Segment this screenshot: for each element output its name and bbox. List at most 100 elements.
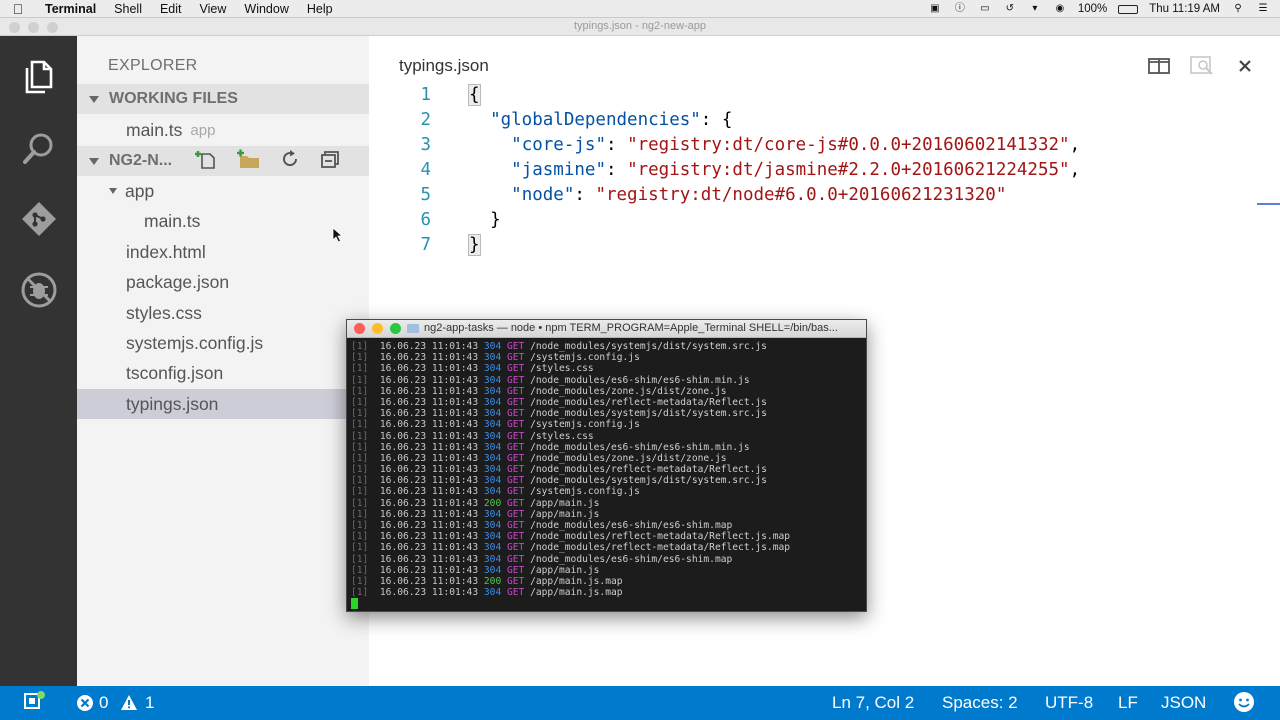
debug-icon[interactable] [18,269,60,311]
project-section[interactable]: NG2-N... [77,146,369,176]
line-text: "globalDependencies": { [469,108,732,133]
status-bar: 0 1 Ln 7, Col 2 Spaces: 2 UTF-8 LF JSON [0,686,1280,720]
json-punctuation: } [490,210,501,230]
collapse-arrow-icon [89,95,99,103]
line-number: 6 [420,210,431,230]
terminal-titlebar: ng2-app-tasks — node • npm TERM_PROGRAM=… [347,320,866,338]
explorer-icon[interactable] [18,56,60,98]
tree-file-main-ts[interactable]: main.ts [77,206,369,236]
editor-tab-title[interactable]: typings.json [399,56,489,76]
file-name: typings.json [126,393,219,414]
menubar-clock[interactable]: Thu 11:19 AM [1149,3,1220,15]
warning-count[interactable]: 1 [145,693,154,713]
file-name: package.json [126,271,230,292]
terminal-log-row: [1] 16.06.23 11:01:43 304 GET /node_modu… [351,520,733,531]
mouse-pointer-icon [332,227,344,243]
tree-file-styles-css[interactable]: styles.css [77,298,369,328]
terminal-log-row: [1] 16.06.23 11:01:43 304 GET /styles.cs… [351,363,594,375]
tree-file-package-json[interactable]: package.json [77,267,369,297]
notification-center-icon[interactable]: ☰ [1256,3,1270,15]
working-files-section[interactable]: WORKING FILES [77,84,369,114]
close-editor-icon[interactable] [1233,54,1257,78]
terminal-log-row: [1] 16.06.23 11:01:43 304 GET /node_modu… [351,452,727,464]
terminal-log-row: [1] 16.06.23 11:01:43 304 GET /node_modu… [351,542,791,554]
working-files-label: WORKING FILES [109,90,238,107]
tree-file-systemjs-config[interactable]: systemjs.config.js [77,328,369,358]
line-text: } [469,208,501,233]
line-number: 2 [420,110,431,130]
line-number: 7 [420,235,431,255]
warning-icon[interactable] [120,694,138,716]
battery-icon[interactable] [1118,4,1139,14]
window-titlebar: typings.json - ng2-new-app [0,18,1280,36]
project-actions [194,146,342,176]
activity-bar [0,36,77,686]
json-string-value: "registry:dt/node#6.0.0+20160621231320" [595,185,1007,205]
file-name: systemjs.config.js [126,332,264,353]
language-mode[interactable]: JSON [1161,693,1206,713]
spotlight-search-icon[interactable]: ⚲ [1231,3,1245,15]
menu-view[interactable]: View [191,2,236,16]
line-text: { [468,83,481,108]
time-machine-icon[interactable]: ↺ [1003,3,1017,15]
terminal-close-button[interactable] [354,323,365,334]
wifi-icon[interactable]: ◉ [1053,3,1067,15]
line-number: 1 [420,85,431,105]
new-file-icon[interactable] [194,149,216,174]
json-string-value: "registry:dt/jasmine#2.2.0+2016062122425… [627,160,1070,180]
error-count[interactable]: 0 [99,693,108,713]
json-key: "node" [511,185,575,205]
json-punctuation: { [468,84,481,106]
folder-icon [407,324,419,333]
split-editor-icon[interactable] [1147,54,1171,78]
json-string-value: "registry:dt/core-js#0.0.0+2016060214133… [627,135,1070,155]
apple-menu-icon[interactable]:  [0,1,36,17]
recording-icon[interactable]: ▣ [928,3,942,15]
file-encoding[interactable]: UTF-8 [1045,693,1093,713]
tree-file-index-html[interactable]: index.html [77,237,369,267]
tree-folder-app[interactable]: app [77,176,369,206]
tree-file-tsconfig-json[interactable]: tsconfig.json [77,358,369,388]
cursor-position[interactable]: Ln 7, Col 2 [832,693,914,713]
refresh-icon[interactable] [280,149,300,174]
status-menu-icon[interactable]: ⓘ [953,3,967,15]
indentation-spaces[interactable]: Spaces: 2 [942,693,1018,713]
tree-file-typings-json[interactable]: typings.json [77,389,369,419]
file-name: index.html [126,241,206,262]
terminal-log-row: [1] 16.06.23 11:01:43 304 GET /node_modu… [351,385,727,397]
terminal-minimize-button[interactable] [372,323,383,334]
terminal-log-row: [1] 16.06.23 11:01:43 304 GET /node_modu… [351,441,750,453]
menu-app-name[interactable]: Terminal [36,2,105,16]
feedback-icon[interactable] [24,690,46,717]
terminal-log-row: [1] 16.06.23 11:01:43 200 GET /app/main.… [351,575,623,587]
terminal-zoom-button[interactable] [390,323,401,334]
working-file-item[interactable]: main.ts app [77,115,369,145]
terminal-log-row: [1] 16.06.23 11:01:43 304 GET /systemjs.… [351,419,640,431]
collapse-arrow-icon [89,157,99,165]
smiley-feedback-icon[interactable] [1233,691,1255,718]
battery-percent[interactable]: 100% [1078,3,1107,15]
git-icon[interactable] [18,198,60,240]
terminal-output: [1] 16.06.23 11:01:43 304 GET /node_modu… [351,341,866,598]
open-preview-icon[interactable] [1190,54,1214,78]
menu-edit[interactable]: Edit [151,2,191,16]
line-ending[interactable]: LF [1118,693,1138,713]
menu-help[interactable]: Help [298,2,342,16]
airplay-icon[interactable]: ▭ [978,3,992,15]
json-punctuation: , [1069,135,1081,155]
terminal-log-row: [1] 16.06.23 11:01:43 304 GET /node_modu… [351,341,767,352]
menu-window[interactable]: Window [235,2,297,16]
search-icon[interactable] [18,127,60,169]
terminal-log-row: [1] 16.06.23 11:01:43 304 GET /node_modu… [351,475,767,487]
new-folder-icon[interactable] [236,149,260,174]
folder-name: app [125,180,155,201]
collapse-all-icon[interactable] [320,149,342,174]
json-key: "jasmine" [511,160,606,180]
terminal-log-row: [1] 16.06.23 11:01:43 200 GET /app/main.… [351,497,600,509]
volume-icon[interactable]: ▾ [1028,3,1042,15]
overview-ruler-cursor [1257,203,1280,205]
error-icon[interactable] [76,694,94,717]
line-number: 3 [420,135,431,155]
menu-shell[interactable]: Shell [105,2,151,16]
terminal-window[interactable]: ng2-app-tasks — node • npm TERM_PROGRAM=… [346,319,867,612]
